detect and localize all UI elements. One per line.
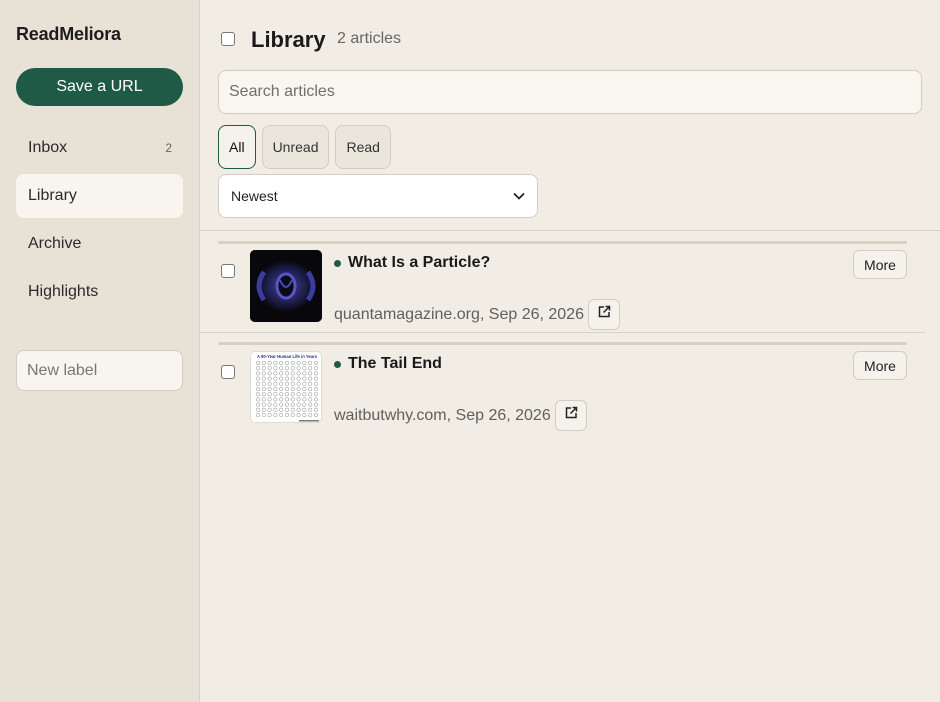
- save-url-button[interactable]: Save a URL: [16, 68, 183, 106]
- sidebar-item-label: Library: [28, 187, 77, 204]
- unread-dot: [334, 260, 341, 267]
- chevron-down-icon: [513, 189, 525, 203]
- sidebar-item-archive[interactable]: Archive: [16, 222, 183, 266]
- more-button[interactable]: More: [853, 250, 907, 279]
- article-meta: waitbutwhy.com, Sep 26, 2026: [334, 400, 587, 431]
- progress-bar: [218, 241, 907, 244]
- filter-read-button[interactable]: Read: [335, 125, 391, 169]
- article-title[interactable]: What Is a Particle?: [348, 254, 490, 272]
- filter-tabs: All Unread Read: [218, 125, 391, 169]
- article-checkbox[interactable]: [221, 264, 235, 278]
- app-logo: ReadMeliora: [16, 24, 121, 44]
- external-link-icon: [564, 406, 578, 425]
- sidebar-item-inbox[interactable]: Inbox 2: [16, 126, 183, 170]
- external-link-icon: [597, 305, 611, 324]
- article-thumbnail: A 90-Year Human Life in Years: [250, 351, 322, 423]
- list-divider: [200, 230, 940, 231]
- article-thumbnail: [250, 250, 322, 322]
- article-source-date: quantamagazine.org, Sep 26, 2026: [334, 305, 584, 323]
- select-all-checkbox[interactable]: [221, 32, 235, 46]
- sidebar-item-label: Archive: [28, 235, 82, 252]
- new-label-input[interactable]: [16, 350, 183, 391]
- sort-select[interactable]: Newest: [218, 174, 538, 218]
- page-title: Library: [251, 27, 326, 52]
- progress-bar: [218, 342, 907, 345]
- filter-all-button[interactable]: All: [218, 125, 256, 169]
- article-row[interactable]: What Is a Particle? quantamagazine.org, …: [200, 241, 924, 341]
- article-row[interactable]: A 90-Year Human Life in Years The Tail E…: [200, 342, 924, 442]
- list-divider: [200, 332, 925, 333]
- article-title[interactable]: The Tail End: [348, 355, 442, 373]
- article-meta: quantamagazine.org, Sep 26, 2026: [334, 299, 620, 330]
- article-source-date: waitbutwhy.com, Sep 26, 2026: [334, 406, 551, 424]
- article-count: 2 articles: [337, 30, 402, 47]
- main-content: Library 2 articles All Unread Read Newes…: [200, 0, 940, 702]
- sidebar-item-library[interactable]: Library: [16, 174, 183, 218]
- search-input[interactable]: [218, 70, 922, 114]
- sidebar-nav: Inbox 2 Library Archive Highlights: [16, 126, 183, 318]
- thumbnail-heading: A 90-Year Human Life in Years: [257, 354, 318, 359]
- sidebar-item-label: Inbox: [28, 139, 68, 156]
- unread-dot: [334, 361, 341, 368]
- more-button[interactable]: More: [853, 351, 907, 380]
- sidebar-item-highlights[interactable]: Highlights: [16, 270, 183, 314]
- sort-value: Newest: [231, 188, 278, 204]
- sidebar-item-label: Highlights: [28, 283, 99, 300]
- open-original-button[interactable]: [554, 400, 587, 431]
- open-original-button[interactable]: [587, 299, 620, 330]
- inbox-count-badge: 2: [165, 141, 172, 155]
- article-checkbox[interactable]: [221, 365, 235, 379]
- filter-unread-button[interactable]: Unread: [261, 125, 330, 169]
- sidebar: ReadMeliora Save a URL Inbox 2 Library A…: [0, 0, 200, 702]
